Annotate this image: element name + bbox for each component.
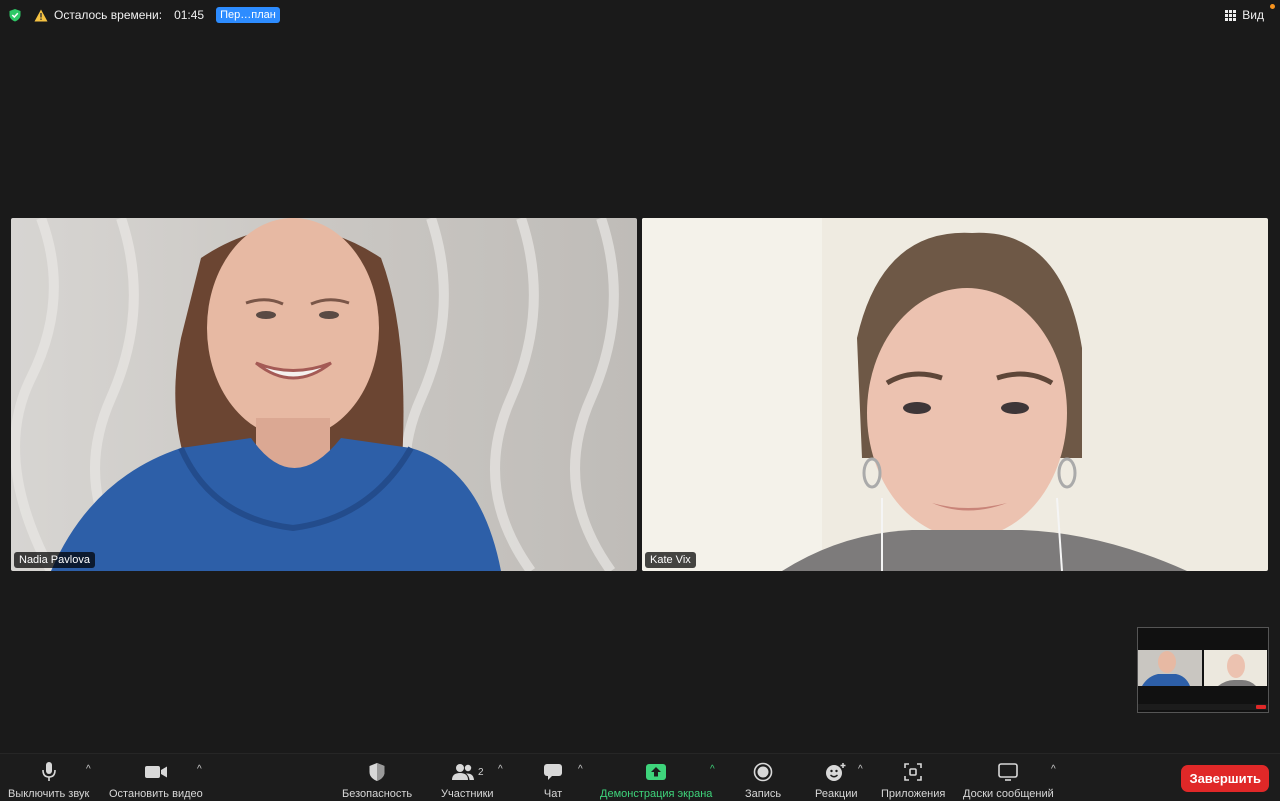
participant-name-tag: Kate Vix <box>645 552 696 568</box>
whiteboards-button-label: Доски сообщений <box>963 788 1054 800</box>
microphone-icon <box>41 762 56 781</box>
smiley-icon <box>826 763 846 781</box>
mute-button-label: Выключить звук <box>8 788 90 800</box>
security-button-label: Безопасность <box>342 788 413 800</box>
participants-count: 2 <box>478 766 484 778</box>
video-options-chevron-icon[interactable]: ^ <box>197 764 202 775</box>
view-button-label: Вид <box>1242 8 1264 22</box>
reactions-button[interactable]: Реакции <box>815 754 858 801</box>
time-remaining-label: Осталось времени: <box>54 8 163 22</box>
warning-icon <box>34 9 48 21</box>
whiteboard-icon <box>998 763 1019 781</box>
participant-name-tag: Nadia Pavlova <box>14 552 95 568</box>
upgrade-plan-button[interactable]: Пер…план <box>216 7 280 23</box>
apps-button[interactable]: Приложения <box>881 754 945 801</box>
record-icon <box>753 762 773 782</box>
mini-meeting-preview[interactable] <box>1137 627 1269 713</box>
reactions-options-chevron-icon[interactable]: ^ <box>858 764 863 775</box>
grid-view-icon <box>1225 9 1237 21</box>
end-meeting-button[interactable]: Завершить <box>1181 765 1269 792</box>
people-icon <box>452 764 474 780</box>
whiteboards-button[interactable]: Доски сообщений <box>963 754 1054 801</box>
participant-video-nadia <box>11 218 637 571</box>
video-camera-icon <box>144 766 167 778</box>
apps-button-label: Приложения <box>881 788 946 800</box>
mini-video-kate <box>1204 650 1267 686</box>
time-remaining: Осталось времени: 01:45 Пер…план <box>34 7 280 23</box>
participants-button-label: Участники <box>441 788 494 800</box>
video-tile-nadia[interactable]: Nadia Pavlova <box>11 218 637 571</box>
view-button[interactable]: Вид <box>1225 8 1264 22</box>
record-button[interactable]: Запись <box>745 754 781 801</box>
audio-options-chevron-icon[interactable]: ^ <box>86 764 91 775</box>
record-button-label: Запись <box>745 788 782 800</box>
reactions-button-label: Реакции <box>815 788 858 800</box>
apps-icon <box>904 763 922 781</box>
shield-icon <box>369 763 385 781</box>
mini-video-nadia <box>1138 650 1202 686</box>
chat-button[interactable]: Чат <box>543 754 563 801</box>
whiteboards-options-chevron-icon[interactable]: ^ <box>1051 764 1056 775</box>
share-screen-button-label: Демонстрация экрана <box>600 788 713 800</box>
share-screen-button[interactable]: Демонстрация экрана <box>600 754 712 801</box>
notification-dot <box>1270 4 1275 9</box>
security-button[interactable]: Безопасность <box>342 754 412 801</box>
time-remaining-value: 01:45 <box>174 8 205 22</box>
share-options-chevron-icon[interactable]: ^ <box>710 764 715 775</box>
meeting-top-bar: Осталось времени: 01:45 Пер…план Вид <box>0 0 1280 30</box>
chat-button-label: Чат <box>543 788 563 800</box>
mute-button[interactable]: Выключить звук <box>8 754 89 801</box>
meeting-toolbar: Выключить звук ^ Остановить видео ^ Безо… <box>0 753 1280 801</box>
share-screen-icon <box>646 764 667 780</box>
chat-bubble-icon <box>544 764 562 780</box>
participant-video-kate <box>642 218 1268 571</box>
chat-options-chevron-icon[interactable]: ^ <box>578 764 583 775</box>
participants-options-chevron-icon[interactable]: ^ <box>498 764 503 775</box>
stop-video-button[interactable]: Остановить видео <box>109 754 203 801</box>
stop-video-button-label: Остановить видео <box>109 788 203 800</box>
video-tile-kate[interactable]: Kate Vix <box>642 218 1268 571</box>
mini-toolbar <box>1138 704 1268 710</box>
encryption-shield-icon[interactable] <box>8 8 22 22</box>
participants-button[interactable]: 2 Участники <box>441 754 494 801</box>
